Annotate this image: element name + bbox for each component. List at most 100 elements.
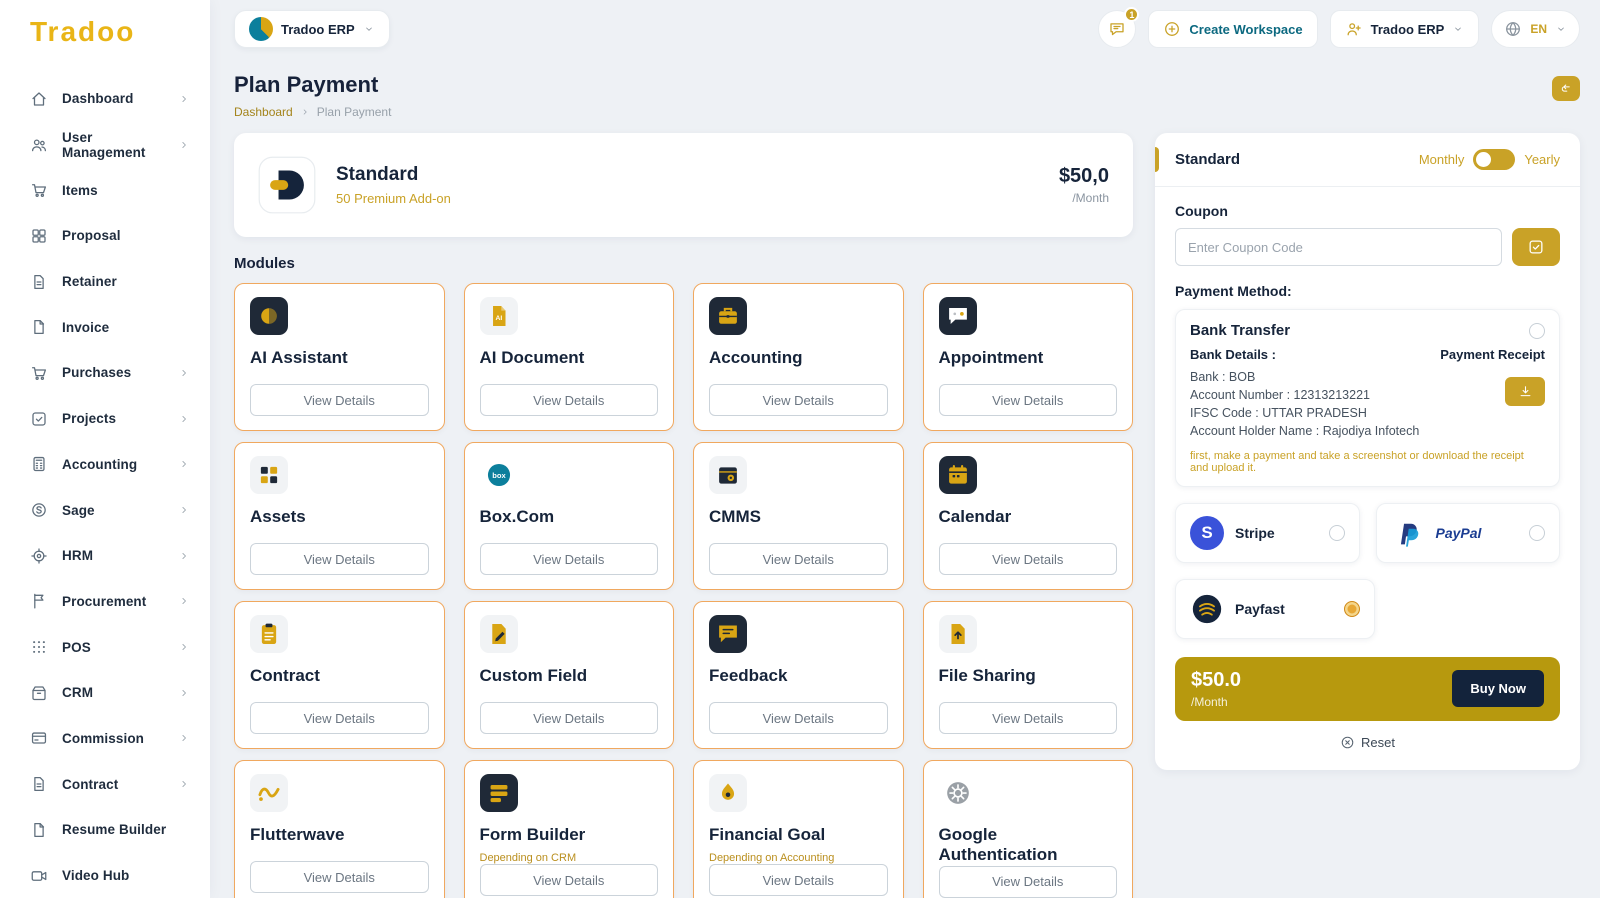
sidebar-item-contract[interactable]: Contract [0, 761, 210, 807]
brand-logo[interactable]: Tradoo [0, 0, 210, 56]
messages-button[interactable]: 1 [1098, 7, 1140, 48]
create-workspace-button[interactable]: Create Workspace [1148, 10, 1318, 48]
sidebar-item-label: CRM [62, 685, 94, 701]
sidebar-item-video-hub[interactable]: Video Hub [0, 853, 210, 898]
view-details-button[interactable]: View Details [709, 384, 888, 416]
view-details-button[interactable]: View Details [938, 865, 1117, 898]
sidebar-item-pos[interactable]: POS [0, 624, 210, 670]
view-details-button[interactable]: View Details [938, 384, 1117, 416]
view-details-button[interactable]: View Details [938, 543, 1117, 575]
form-builder-icon [479, 774, 518, 812]
user-plus-icon [1345, 20, 1363, 38]
view-details-button[interactable]: View Details [709, 864, 888, 897]
plan-addon: 50 Premium Add-on [336, 191, 451, 206]
module-title: Calendar [938, 507, 1012, 526]
upload-receipt-button[interactable] [1505, 377, 1545, 406]
plan-name: Standard [336, 164, 419, 185]
sidebar-item-label: Projects [62, 411, 117, 427]
stripe-card[interactable]: S Stripe [1175, 502, 1360, 563]
module-title: Form Builder [479, 825, 586, 844]
language-selector[interactable]: EN [1491, 10, 1580, 48]
view-details-button[interactable]: View Details [479, 702, 658, 734]
target-icon [30, 547, 48, 565]
monthly-label: Monthly [1418, 152, 1465, 167]
bank-transfer-title: Bank Transfer [1190, 322, 1291, 339]
paypal-radio[interactable] [1529, 524, 1545, 541]
billing-toggle[interactable] [1473, 149, 1516, 170]
view-details-button[interactable]: View Details [938, 702, 1117, 734]
module-card-file-sharing: File Sharing View Details [922, 601, 1133, 749]
calendar-icon [938, 456, 977, 494]
bank-transfer-radio[interactable] [1529, 322, 1545, 339]
bank-detail-line: IFSC Code : UTTAR PRADESH [1190, 406, 1367, 421]
breadcrumb-dashboard[interactable]: Dashboard [234, 105, 293, 119]
sidebar-item-accounting[interactable]: Accounting [0, 442, 210, 488]
module-title: Contract [250, 666, 320, 685]
apply-coupon-button[interactable] [1512, 228, 1560, 266]
view-details-button[interactable]: View Details [250, 384, 429, 416]
sidebar-item-commission[interactable]: Commission [0, 716, 210, 762]
cart-icon [30, 181, 48, 199]
paypal-card[interactable]: PayPal [1375, 502, 1560, 563]
financial-goal-icon [709, 774, 747, 812]
sidebar-item-items[interactable]: Items [0, 167, 210, 213]
reset-icon [1340, 735, 1355, 750]
module-card-box-com: box Box.Com View Details [463, 442, 674, 590]
sidebar-item-retainer[interactable]: Retainer [0, 259, 210, 305]
sidebar-item-purchases[interactable]: Purchases [0, 350, 210, 396]
return-icon [1559, 82, 1573, 96]
sidebar-item-user-management[interactable]: User Management [0, 122, 210, 168]
sidebar-item-projects[interactable]: Projects [0, 396, 210, 442]
ai-document-icon: AI [479, 297, 518, 335]
sidebar-item-resume-builder[interactable]: Resume Builder [0, 807, 210, 853]
workspace-selector[interactable]: Tradoo ERP [234, 10, 390, 48]
sidebar-item-label: Purchases [62, 365, 132, 381]
view-details-button[interactable]: View Details [250, 861, 429, 893]
doc-icon [30, 273, 48, 291]
view-details-button[interactable]: View Details [479, 384, 658, 416]
payfast-card[interactable]: Payfast [1175, 578, 1375, 639]
sidebar-item-invoice[interactable]: Invoice [0, 304, 210, 350]
toggle-knob [1476, 152, 1492, 167]
workspace-name: Tradoo ERP [281, 21, 355, 37]
buy-now-button[interactable]: Buy Now [1452, 670, 1544, 707]
payfast-icon [1190, 592, 1224, 626]
sidebar-item-hrm[interactable]: HRM [0, 533, 210, 579]
view-details-button[interactable]: View Details [709, 543, 888, 575]
sidebar-item-label: Resume Builder [62, 822, 167, 838]
sidebar-item-dashboard[interactable]: Dashboard [0, 76, 210, 122]
view-details-button[interactable]: View Details [250, 702, 429, 734]
coupon-input[interactable] [1175, 228, 1502, 266]
sidebar-item-label: Accounting [62, 456, 138, 472]
view-details-button[interactable]: View Details [479, 543, 658, 575]
checkout-header: Standard Monthly Yearly [1155, 133, 1580, 187]
topbar-actions: 1 Create Workspace Tradoo ERP EN [1098, 7, 1580, 48]
chevron-right-icon [178, 93, 190, 105]
yearly-label: Yearly [1524, 152, 1560, 167]
view-details-button[interactable]: View Details [479, 864, 658, 897]
sidebar-item-procurement[interactable]: Procurement [0, 579, 210, 625]
account-menu-button[interactable]: Tradoo ERP [1329, 10, 1480, 48]
chevron-down-icon [363, 23, 375, 35]
stripe-radio[interactable] [1328, 524, 1345, 541]
sidebar-item-proposal[interactable]: Proposal [0, 213, 210, 259]
sidebar-item-label: HRM [62, 548, 94, 564]
accounting-icon [709, 297, 747, 335]
reset-button[interactable]: Reset [1175, 735, 1560, 750]
payfast-radio[interactable] [1343, 600, 1360, 617]
sidebar-item-label: Proposal [62, 228, 121, 244]
sage-icon [30, 501, 48, 519]
flag-icon [30, 592, 48, 610]
module-title: AI Assistant [250, 348, 348, 367]
view-details-button[interactable]: View Details [709, 702, 888, 734]
module-card-custom-field: Custom Field View Details [463, 601, 674, 749]
svg-text:box: box [492, 471, 506, 480]
plan-logo-icon [258, 156, 316, 214]
google-authentication-icon [939, 774, 977, 812]
bank-transfer-card[interactable]: Bank Transfer Bank Details : Bank : BOB A… [1175, 309, 1560, 487]
back-button[interactable] [1552, 76, 1580, 101]
module-title: CMMS [709, 507, 761, 526]
sidebar-item-crm[interactable]: CRM [0, 670, 210, 716]
sidebar-item-sage[interactable]: Sage [0, 487, 210, 533]
view-details-button[interactable]: View Details [250, 543, 429, 575]
